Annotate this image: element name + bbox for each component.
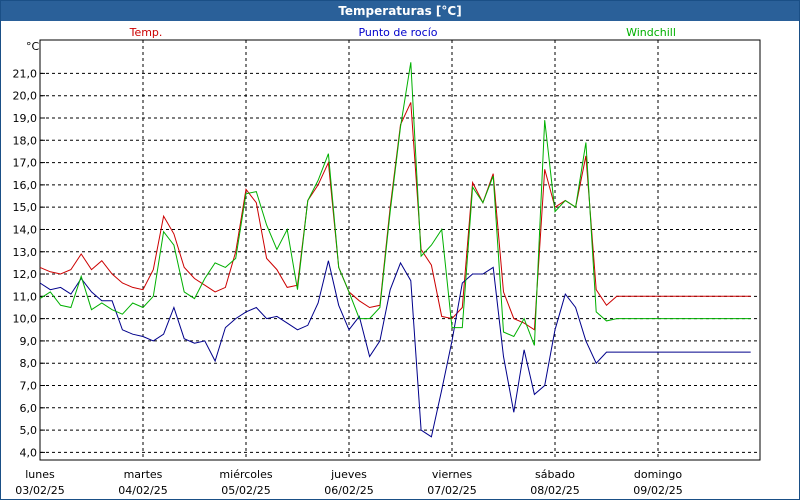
y-tick-label: 5,0 <box>20 424 38 437</box>
plot-area <box>39 39 761 461</box>
y-tick-label: 13,0 <box>13 246 38 259</box>
x-tick-date: 06/02/25 <box>324 484 373 497</box>
y-tick-label: 12,0 <box>13 268 38 281</box>
x-axis-ticks: lunes 03/02/25 martes 04/02/25 miércoles 05/0… <box>15 468 682 497</box>
y-tick-label: 4,0 <box>20 446 38 459</box>
y-tick-label: 18,0 <box>13 134 38 147</box>
legend-temp: Temp. <box>129 26 163 39</box>
y-tick-label: 16,0 <box>13 179 38 192</box>
y-tick-label: 9,0 <box>20 335 38 348</box>
x-tick-weekday: jueves <box>330 468 367 481</box>
x-tick-date: 09/02/25 <box>633 484 682 497</box>
x-tick-weekday: viernes <box>432 468 472 481</box>
y-tick-label: 10,0 <box>13 313 38 326</box>
temperature-chart: °C Temp. Punto de rocío Windchill 4,0 5,0… <box>13 26 761 497</box>
y-tick-label: 14,0 <box>13 223 38 236</box>
x-tick-date: 08/02/25 <box>530 484 579 497</box>
x-tick-date: 05/02/25 <box>221 484 270 497</box>
y-tick-label: 20,0 <box>13 90 38 103</box>
y-tick-label: 21,0 <box>13 67 38 80</box>
x-tick-weekday: lunes <box>25 468 55 481</box>
y-axis-unit: °C <box>26 40 40 53</box>
y-tick-label: 17,0 <box>13 157 38 170</box>
y-axis-ticks: 4,0 5,0 6,0 7,0 8,0 9,0 10,0 11,0 12,0 13,0 14,0 15… <box>13 67 38 459</box>
x-tick-weekday: sábado <box>535 468 575 481</box>
y-tick-label: 15,0 <box>13 201 38 214</box>
x-tick-date: 04/02/25 <box>118 484 167 497</box>
legend-windchill: Windchill <box>626 26 676 39</box>
x-tick-weekday: miércoles <box>219 468 272 481</box>
y-tick-label: 8,0 <box>20 357 38 370</box>
y-tick-label: 7,0 <box>20 380 38 393</box>
y-tick-label: 6,0 <box>20 402 38 415</box>
legend-dewpoint: Punto de rocío <box>358 26 437 39</box>
x-tick-date: 07/02/25 <box>427 484 476 497</box>
y-tick-label: 19,0 <box>13 112 38 125</box>
x-tick-date: 03/02/25 <box>15 484 64 497</box>
x-tick-weekday: domingo <box>634 468 682 481</box>
y-tick-label: 11,0 <box>13 290 38 303</box>
x-tick-weekday: martes <box>124 468 163 481</box>
